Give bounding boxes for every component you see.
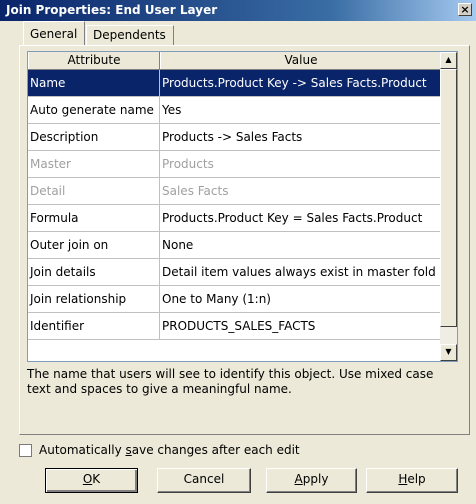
grid-row-name[interactable]: Name Products.Product Key -> Sales Facts… bbox=[28, 70, 441, 97]
row-attribute: Formula bbox=[28, 205, 160, 232]
property-grid[interactable]: Attribute Value Name Products.Product Ke… bbox=[27, 51, 458, 362]
row-attribute: Description bbox=[28, 124, 160, 151]
column-header-attribute[interactable]: Attribute bbox=[28, 52, 160, 69]
row-value[interactable]: Detail item values always exist in maste… bbox=[160, 259, 441, 286]
property-description: The name that users will see to identify… bbox=[27, 367, 434, 396]
tab-general[interactable]: General bbox=[23, 21, 85, 45]
tab-dependents[interactable]: Dependents bbox=[86, 25, 174, 45]
grid-row-formula[interactable]: Formula Products.Product Key = Sales Fac… bbox=[28, 205, 441, 232]
scroll-down-icon[interactable]: ▼ bbox=[440, 344, 457, 361]
grid-header: Attribute Value bbox=[28, 52, 441, 70]
autosave-checkbox[interactable] bbox=[19, 444, 32, 457]
vertical-scrollbar[interactable]: ▲ ▼ bbox=[440, 52, 457, 361]
row-attribute: Master bbox=[28, 151, 160, 178]
scroll-thumb[interactable] bbox=[440, 69, 457, 327]
help-button[interactable]: Help bbox=[366, 468, 458, 493]
row-attribute: Join relationship bbox=[28, 286, 160, 313]
grid-row-outer-join-on[interactable]: Outer join on None bbox=[28, 232, 441, 259]
join-properties-dialog: Join Properties: End User Layer × Genera… bbox=[0, 0, 476, 504]
row-value[interactable]: Products -> Sales Facts bbox=[160, 124, 441, 151]
grid-row-description[interactable]: Description Products -> Sales Facts bbox=[28, 124, 441, 151]
row-attribute: Join details bbox=[28, 259, 160, 286]
grid-row-master: Master Products bbox=[28, 151, 441, 178]
row-attribute: Auto generate name bbox=[28, 97, 160, 124]
row-value[interactable]: One to Many (1:n) bbox=[160, 286, 441, 313]
close-icon[interactable]: × bbox=[458, 3, 472, 16]
row-attribute: Detail bbox=[28, 178, 160, 205]
apply-button[interactable]: Apply bbox=[266, 468, 357, 493]
row-attribute: Identifier bbox=[28, 313, 160, 340]
row-value[interactable]: Yes bbox=[160, 97, 441, 124]
row-value[interactable]: None bbox=[160, 232, 441, 259]
row-value: Products bbox=[160, 151, 441, 178]
grid-row-join-relationship[interactable]: Join relationship One to Many (1:n) bbox=[28, 286, 441, 313]
grid-row-auto-generate-name[interactable]: Auto generate name Yes bbox=[28, 97, 441, 124]
row-value[interactable]: Products.Product Key = Sales Facts.Produ… bbox=[160, 205, 441, 232]
cancel-button[interactable]: Cancel bbox=[157, 468, 251, 493]
grid-row-join-details[interactable]: Join details Detail item values always e… bbox=[28, 259, 441, 286]
scroll-up-icon[interactable]: ▲ bbox=[440, 52, 457, 69]
title-bar[interactable]: Join Properties: End User Layer × bbox=[0, 0, 476, 21]
window-title: Join Properties: End User Layer bbox=[6, 3, 218, 17]
row-value[interactable]: PRODUCTS_SALES_FACTS bbox=[160, 313, 441, 340]
row-value: Sales Facts bbox=[160, 178, 441, 205]
ok-button[interactable]: OK bbox=[45, 468, 138, 493]
autosave-label[interactable]: Automatically save changes after each ed… bbox=[39, 443, 300, 457]
grid-row-detail: Detail Sales Facts bbox=[28, 178, 441, 205]
row-attribute: Name bbox=[28, 70, 160, 97]
row-attribute: Outer join on bbox=[28, 232, 160, 259]
column-header-value[interactable]: Value bbox=[160, 52, 441, 69]
row-value[interactable]: Products.Product Key -> Sales Facts.Prod… bbox=[160, 70, 441, 97]
grid-row-identifier[interactable]: Identifier PRODUCTS_SALES_FACTS bbox=[28, 313, 441, 340]
